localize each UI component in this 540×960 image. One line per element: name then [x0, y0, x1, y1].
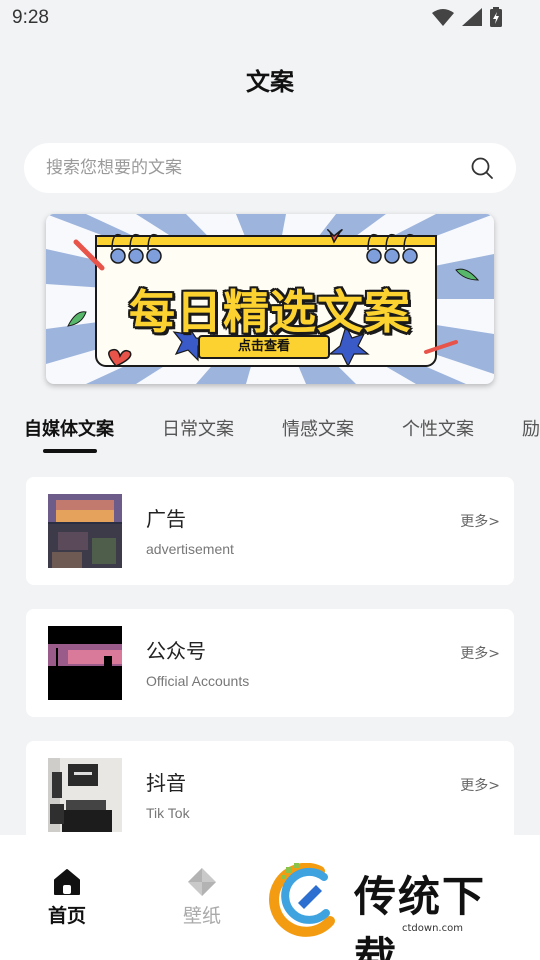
watermark-logo: [269, 863, 335, 937]
category-card-official-accounts[interactable]: 公众号 Official Accounts 更多>: [26, 609, 514, 717]
nav-wallpaper-label: 壁纸: [182, 905, 221, 927]
wallpaper-icon: [188, 868, 216, 896]
search-icon[interactable]: [470, 156, 494, 180]
tab-personality[interactable]: 个性文案: [402, 415, 474, 441]
home-icon: [54, 869, 80, 895]
watermark-url: ctdown.com: [402, 923, 463, 934]
card-subtitle: Tik Tok: [146, 805, 190, 821]
more-link[interactable]: 更多>: [460, 775, 500, 795]
card-thumbnail: [48, 758, 122, 832]
status-time: 9:28: [12, 7, 49, 28]
wifi-icon: [432, 9, 454, 26]
search-bar[interactable]: [24, 143, 516, 193]
tab-daily[interactable]: 日常文案: [162, 415, 234, 441]
watermark-text: 传统下载: [354, 872, 487, 960]
page-title: 文案: [246, 68, 294, 96]
card-title: 广告: [146, 507, 186, 531]
search-input[interactable]: [46, 143, 446, 193]
category-tabs: 自媒体文案 日常文案 情感文案 个性文案 励: [0, 412, 540, 456]
signal-icon: [462, 8, 482, 26]
card-thumbnail: [48, 494, 122, 568]
promo-banner[interactable]: 每日精选文案 点击查看: [46, 214, 494, 384]
banner-view-button[interactable]: 点击查看: [198, 335, 330, 359]
category-card-ad[interactable]: 广告 advertisement 更多>: [26, 477, 514, 585]
more-link[interactable]: 更多>: [460, 511, 500, 531]
card-title: 抖音: [146, 771, 186, 795]
tab-emotion[interactable]: 情感文案: [282, 415, 354, 441]
card-thumbnail: [48, 626, 122, 700]
nav-wallpaper[interactable]: 壁纸: [162, 835, 242, 960]
active-tab-indicator: [43, 449, 97, 453]
card-title: 公众号: [146, 639, 206, 663]
status-icons: [432, 7, 502, 27]
nav-home[interactable]: 首页: [27, 835, 107, 960]
tab-inspiration[interactable]: 励: [522, 415, 540, 441]
card-subtitle: advertisement: [146, 541, 234, 557]
category-card-tiktok[interactable]: 抖音 Tik Tok 更多>: [26, 741, 514, 849]
more-link[interactable]: 更多>: [460, 643, 500, 663]
nav-home-label: 首页: [47, 905, 86, 927]
battery-icon: [490, 7, 502, 27]
tab-self-media[interactable]: 自媒体文案: [24, 415, 114, 441]
status-bar: 9:28: [0, 0, 540, 36]
card-subtitle: Official Accounts: [146, 673, 250, 689]
site-watermark: 传统下载 ctdown.com: [268, 863, 518, 960]
banner-title: 每日精选文案: [129, 285, 411, 339]
